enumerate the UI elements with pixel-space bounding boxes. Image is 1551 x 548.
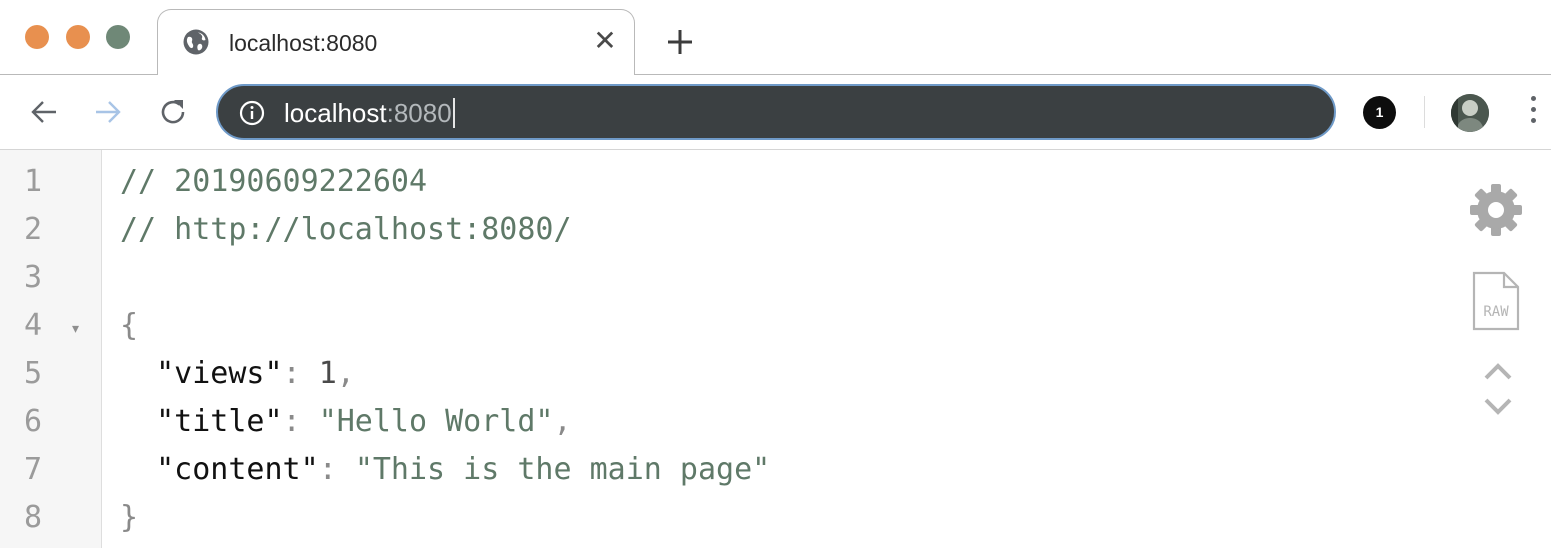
line-number: 8 xyxy=(23,500,42,535)
reload-icon[interactable] xyxy=(156,95,190,129)
code-line-title: "title": "Hello World", xyxy=(120,398,572,446)
toolbar-separator xyxy=(1424,96,1425,128)
fold-toggle-icon[interactable]: ▾ xyxy=(72,304,79,352)
tab-title: localhost:8080 xyxy=(229,30,378,56)
more-vertical-icon[interactable] xyxy=(1527,96,1539,130)
address-host: localhost xyxy=(284,98,387,128)
json-colon: : xyxy=(318,452,337,487)
plus-icon[interactable] xyxy=(664,26,696,58)
gear-icon[interactable] xyxy=(1468,182,1524,238)
raw-file-icon[interactable]: RAW xyxy=(1471,270,1521,332)
line-number: 4 xyxy=(23,308,42,343)
profile-photo xyxy=(1451,94,1489,132)
line-number: 6 xyxy=(23,404,42,439)
json-number-value: 1 xyxy=(318,356,337,391)
address-text[interactable]: localhost:8080 xyxy=(284,98,455,129)
code-line-content: "content": "This is the main page" xyxy=(120,446,770,494)
address-port: :8080 xyxy=(386,98,452,128)
json-colon: : xyxy=(282,404,301,439)
code-comment-url: // http://localhost:8080/ xyxy=(120,212,572,247)
chevron-up-icon[interactable] xyxy=(1482,360,1514,382)
tab-localhost[interactable]: localhost:8080 ✕ xyxy=(157,9,635,75)
arrow-right-icon[interactable] xyxy=(91,95,125,129)
code-line-views: "views": 1, xyxy=(120,350,355,398)
extension-badge-button[interactable]: 1 xyxy=(1363,96,1396,129)
text-caret xyxy=(452,98,455,128)
json-comma: , xyxy=(336,356,355,391)
line-number: 5 xyxy=(23,356,42,391)
line-number: 2 xyxy=(23,212,42,247)
json-key: "views" xyxy=(156,356,283,391)
arrow-left-icon[interactable] xyxy=(27,95,61,129)
line-number: 3 xyxy=(23,260,42,295)
json-string-value: "Hello World" xyxy=(318,404,554,439)
address-bar[interactable]: localhost:8080 xyxy=(216,84,1336,140)
info-icon[interactable] xyxy=(238,99,266,127)
globe-icon xyxy=(183,29,209,55)
raw-label: RAW xyxy=(1483,304,1509,320)
close-icon[interactable]: ✕ xyxy=(592,26,618,56)
code-open-brace: { xyxy=(120,308,139,343)
window-close-button[interactable] xyxy=(25,25,49,49)
chevron-down-icon[interactable] xyxy=(1482,396,1514,418)
code-comment-timestamp: // 20190609222604 xyxy=(120,164,428,199)
json-colon: : xyxy=(282,356,301,391)
line-number: 1 xyxy=(23,164,42,199)
avatar[interactable] xyxy=(1451,94,1489,132)
json-key: "title" xyxy=(156,404,283,439)
json-comma: , xyxy=(553,404,572,439)
json-string-value: "This is the main page" xyxy=(354,452,771,487)
window-maximize-button[interactable] xyxy=(106,25,130,49)
line-number: 7 xyxy=(23,452,42,487)
window-minimize-button[interactable] xyxy=(66,25,90,49)
code-close-brace: } xyxy=(120,500,139,535)
json-key: "content" xyxy=(156,452,319,487)
